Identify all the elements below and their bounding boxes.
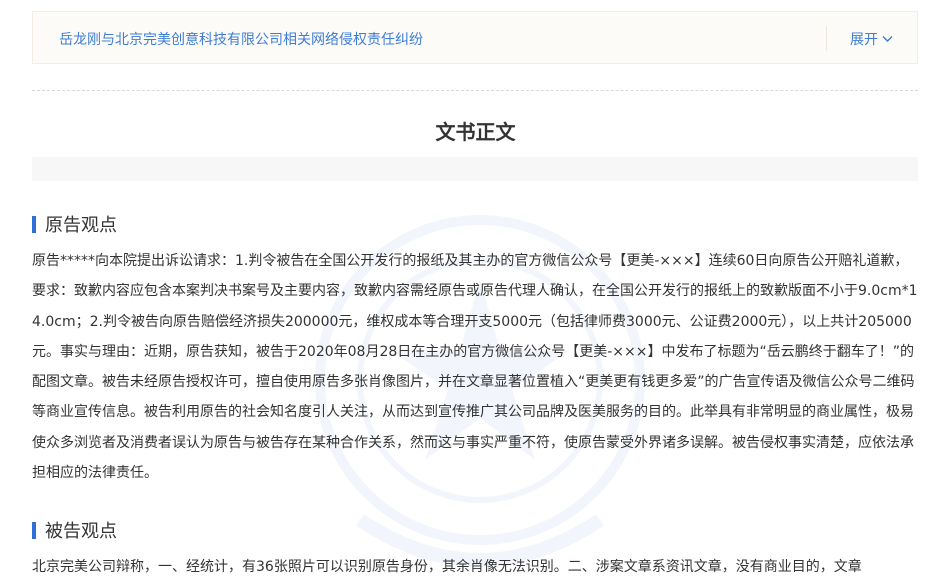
- title-underline-band: [32, 157, 918, 181]
- dashed-divider: [32, 90, 918, 91]
- chevron-down-icon: [882, 36, 893, 42]
- case-title-bar: 岳龙刚与北京完美创意科技有限公司相关网络侵权责任纠纷 展开: [32, 11, 918, 64]
- expand-button[interactable]: 展开: [850, 29, 893, 49]
- section-heading-plaintiff: 原告观点: [32, 211, 117, 237]
- case-title-link[interactable]: 岳龙刚与北京完美创意科技有限公司相关网络侵权责任纠纷: [59, 29, 423, 49]
- section-label: 被告观点: [45, 521, 117, 542]
- section-accent-bar: [32, 521, 36, 539]
- document-page: 岳龙刚与北京完美创意科技有限公司相关网络侵权责任纠纷 展开 文书正文 原告观点 …: [0, 0, 951, 581]
- section-accent-bar: [32, 215, 36, 233]
- divider: [826, 26, 827, 51]
- expand-label: 展开: [850, 32, 878, 48]
- section-label: 原告观点: [45, 215, 117, 236]
- plaintiff-opinion-text: 原告*****向本院提出诉讼请求：1.判令被告在全国公开发行的报纸及其主办的官方…: [32, 253, 918, 482]
- document-title: 文书正文: [435, 120, 516, 144]
- section-heading-defendant: 被告观点: [32, 517, 117, 543]
- defendant-opinion-text: 北京完美公司辩称，一、经统计，有36张照片可以识别原告身份，其余肖像无法识别。二…: [32, 559, 862, 575]
